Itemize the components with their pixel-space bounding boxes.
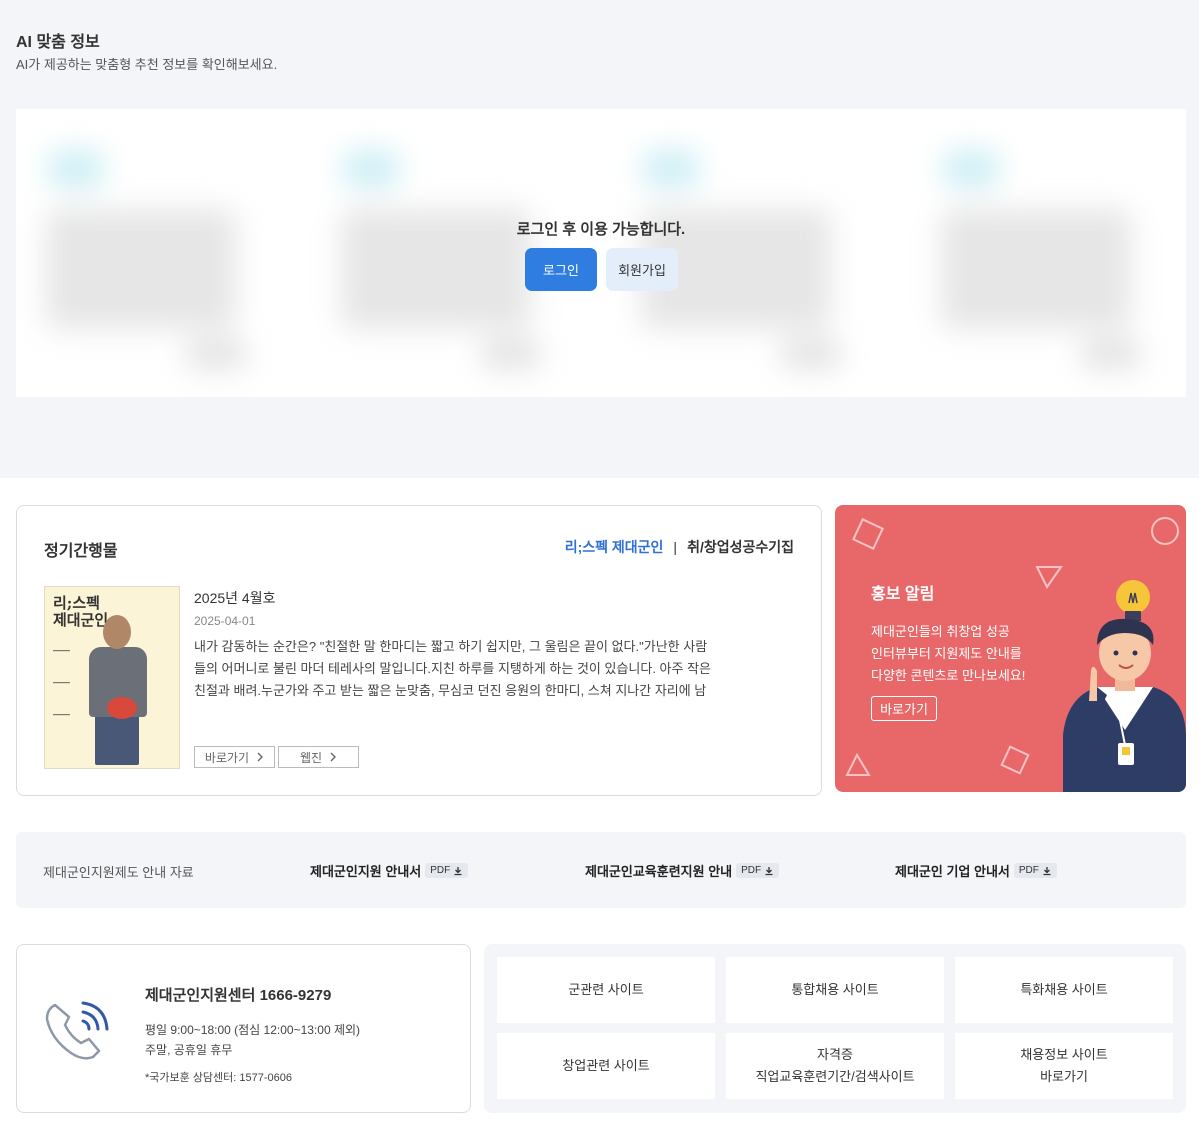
link-job-info[interactable]: 채용정보 사이트 바로가기	[955, 1033, 1173, 1099]
promo-title: 홍보 알림	[871, 586, 935, 603]
login-required-message: 로그인 후 이용 가능합니다.	[516, 221, 686, 238]
webzine-button[interactable]: 웹진	[278, 746, 359, 768]
guide-item-support-handbook[interactable]: 제대군인지원 안내서 PDF	[310, 861, 469, 880]
ai-section-title: AI 맞춤 정보	[16, 34, 100, 51]
link-military-sites[interactable]: 군관련 사이트	[497, 957, 715, 1023]
periodical-go-button[interactable]: 바로가기	[194, 746, 275, 768]
ai-recommend-section: AI 맞춤 정보 AI가 제공하는 맞춤형 추천 정보를 확인해보세요. 로그인…	[0, 0, 1199, 478]
blurred-card	[931, 139, 1151, 369]
promo-banner: 홍보 알림 제대군인들의 취창업 성공 인터뷰부터 지원제도 안내를 다양한 콘…	[835, 505, 1186, 792]
link-certification-training[interactable]: 자격증 직업교육훈련기간/검색사이트	[726, 1033, 944, 1099]
ai-locked-panel: 로그인 후 이용 가능합니다.	[16, 109, 1186, 397]
guide-item-training-support[interactable]: 제대군인교육훈련지원 안내 PDF	[585, 861, 780, 880]
tab-divider: |	[673, 539, 678, 555]
pdf-download-icon: PDF	[1013, 863, 1057, 878]
tab-respec-veterans[interactable]: 리;스펙 제대군인	[565, 537, 664, 557]
periodical-title: 정기간행물	[44, 543, 118, 560]
pdf-download-icon: PDF	[736, 863, 780, 878]
veterans-counsel-note: *국가보훈 상담센터: 1577-0606	[145, 1072, 293, 1084]
support-center-contact: 제대군인지원센터 1666-9279 평일 9:00~18:00 (점심 12:…	[16, 944, 471, 1113]
support-center-phone: 제대군인지원센터 1666-9279	[145, 987, 332, 1004]
promo-go-button[interactable]: 바로가기	[871, 696, 937, 721]
periodical-cover-image[interactable]: 리;스펙 제대군인 ━━━━ ━━━━ ━━━━	[44, 586, 180, 769]
periodical-tabs: 리;스펙 제대군인 | 취/창업성공수기집	[565, 537, 794, 557]
phone-icon	[45, 1001, 109, 1060]
guide-materials-bar: 제대군인지원제도 안내 자료 제대군인지원 안내서 PDF 제대군인교육훈련지원…	[16, 832, 1186, 908]
issue-title: 2025년 4월호	[194, 590, 276, 606]
cover-title: 리;스펙 제대군인	[53, 594, 109, 629]
weekday-hours: 평일 9:00~18:00 (점심 12:00~13:00 제외)	[145, 1023, 361, 1037]
chevron-right-icon	[257, 752, 264, 762]
pdf-download-icon: PDF	[425, 863, 469, 878]
issue-description: 내가 감동하는 순간은? "친절한 말 한마디는 짧고 하기 쉽지만, 그 울림…	[194, 639, 712, 698]
periodical-card: 정기간행물 리;스펙 제대군인 | 취/창업성공수기집 리;스펙 제대군인 ━━━…	[16, 505, 822, 796]
promo-description: 제대군인들의 취창업 성공 인터뷰부터 지원제도 안내를 다양한 콘텐츠로 만나…	[871, 624, 1026, 683]
link-startup-sites[interactable]: 창업관련 사이트	[497, 1033, 715, 1099]
link-special-hiring[interactable]: 특화채용 사이트	[955, 957, 1173, 1023]
related-sites-grid: 군관련 사이트 통합채용 사이트 특화채용 사이트 창업관련 사이트 자격증 직업…	[484, 944, 1186, 1113]
issue-date: 2025-04-01	[194, 614, 256, 628]
link-integrated-hiring[interactable]: 통합채용 사이트	[726, 957, 944, 1023]
tab-success-stories[interactable]: 취/창업성공수기집	[687, 537, 794, 557]
chevron-right-icon	[330, 752, 337, 762]
blurred-card	[331, 139, 551, 369]
signup-button[interactable]: 회원가입	[606, 248, 678, 291]
ai-section-subtitle: AI가 제공하는 맞춤형 추천 정보를 확인해보세요.	[16, 57, 278, 72]
guide-label: 제대군인지원제도 안내 자료	[43, 865, 194, 880]
guide-item-company-handbook[interactable]: 제대군인 기업 안내서 PDF	[895, 861, 1057, 880]
login-button[interactable]: 로그인	[525, 248, 597, 291]
weekend-notice: 주말, 공휴일 휴무	[145, 1043, 233, 1057]
blurred-card	[36, 139, 256, 369]
